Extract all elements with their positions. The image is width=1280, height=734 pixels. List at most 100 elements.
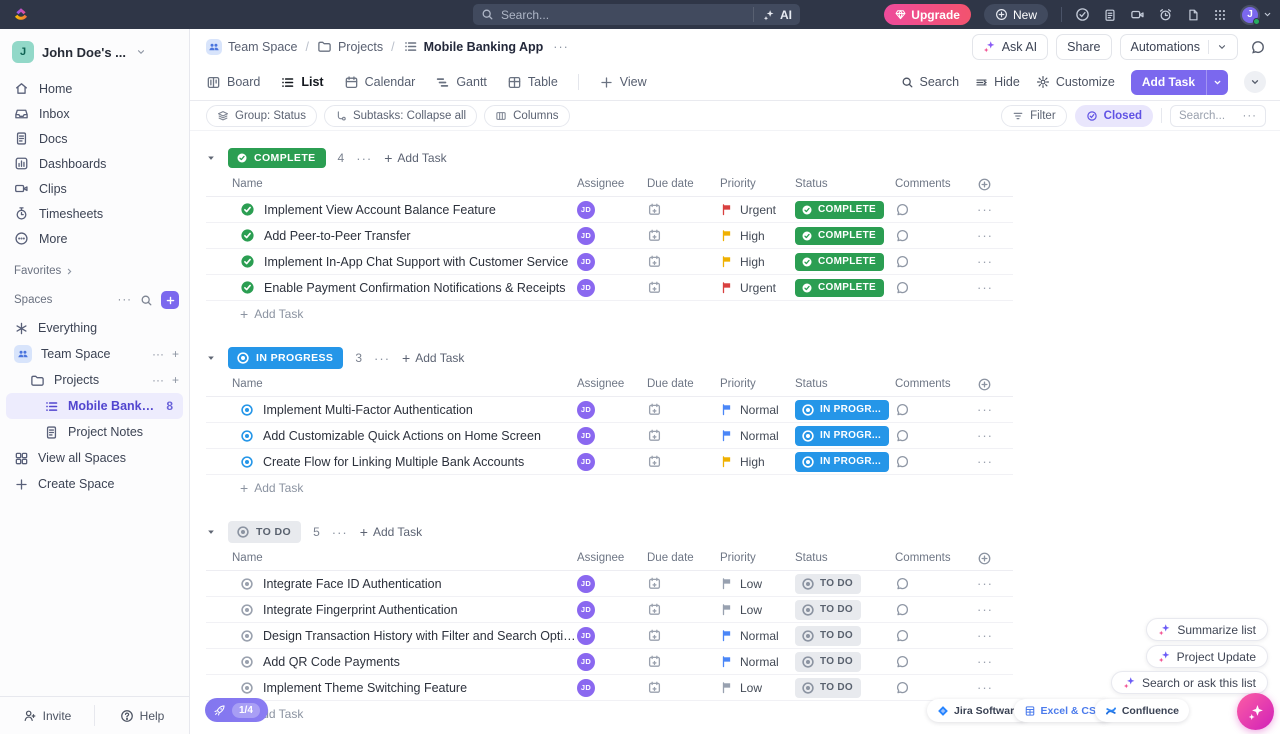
task-status-icon[interactable] [240, 629, 254, 643]
add-column-icon[interactable] [977, 551, 1013, 566]
column-header-priority[interactable]: Priority [720, 178, 795, 190]
priority-cell[interactable]: Normal [720, 655, 795, 669]
column-header-priority[interactable]: Priority [720, 378, 795, 390]
sidebar-item-mobile-banking-app[interactable]: Mobile Banking App8 [6, 393, 183, 419]
automations-button[interactable]: Automations [1120, 34, 1238, 60]
comment-icon[interactable] [895, 254, 977, 269]
status-pill[interactable]: COMPLETE [795, 279, 884, 297]
comments-bubble-icon[interactable] [1250, 39, 1266, 55]
column-header-due-date[interactable]: Due date [647, 552, 720, 564]
task-status-icon[interactable] [240, 655, 254, 669]
comment-icon[interactable] [895, 576, 977, 591]
add-column-icon[interactable] [977, 377, 1013, 392]
column-header-name[interactable]: Name [206, 552, 577, 564]
due-date-icon[interactable] [647, 202, 720, 217]
column-header-assignee[interactable]: Assignee [577, 178, 647, 190]
due-date-icon[interactable] [647, 402, 720, 417]
assignee-avatar[interactable]: JD [577, 653, 595, 671]
comment-icon[interactable] [895, 628, 977, 643]
breadcrumb-more-icon[interactable]: ··· [553, 40, 569, 54]
task-status-icon[interactable] [240, 603, 254, 617]
tab-gantt[interactable]: Gantt [435, 75, 487, 90]
row-more-icon[interactable]: ··· [977, 228, 1013, 243]
priority-cell[interactable]: Normal [720, 429, 795, 443]
comment-icon[interactable] [895, 602, 977, 617]
group-more-icon[interactable]: ··· [356, 151, 372, 166]
task-row[interactable]: Integrate Fingerprint AuthenticationJDLo… [206, 597, 1013, 623]
item-add-icon[interactable]: + [172, 347, 179, 361]
comment-icon[interactable] [895, 280, 977, 295]
comment-icon[interactable] [895, 402, 977, 417]
group-add-task-button[interactable]: +Add Task [384, 150, 446, 166]
apps-grid-icon[interactable] [1213, 8, 1227, 22]
status-pill[interactable]: TO DO [795, 574, 861, 594]
task-status-icon[interactable] [240, 455, 254, 469]
column-header-name[interactable]: Name [206, 178, 577, 190]
task-row[interactable]: Implement In-App Chat Support with Custo… [206, 249, 1013, 275]
assignee-avatar[interactable]: JD [577, 279, 595, 297]
row-more-icon[interactable]: ··· [977, 602, 1013, 617]
row-more-icon[interactable]: ··· [977, 428, 1013, 443]
priority-cell[interactable]: Urgent [720, 203, 795, 217]
task-row[interactable]: Enable Payment Confirmation Notification… [206, 275, 1013, 301]
task-status-icon[interactable] [240, 577, 254, 591]
assignee-avatar[interactable]: JD [577, 679, 595, 697]
reminder-clock-icon[interactable] [1158, 7, 1173, 22]
assignee-avatar[interactable]: JD [577, 627, 595, 645]
task-row[interactable]: Add Customizable Quick Actions on Home S… [206, 423, 1013, 449]
invite-button[interactable]: Invite [0, 697, 94, 734]
item-add-icon[interactable]: + [172, 373, 179, 387]
confluence-button[interactable]: Confluence [1095, 699, 1189, 722]
sidebar-item-dashboards[interactable]: Dashboards [0, 151, 189, 176]
task-row[interactable]: Add Peer-to-Peer TransferJDHighCOMPLETE·… [206, 223, 1013, 249]
ask-ai-button[interactable]: Ask AI [972, 34, 1048, 60]
new-button[interactable]: New [984, 4, 1048, 25]
sidebar-item-project-notes[interactable]: Project Notes [0, 419, 189, 445]
collapse-header-button[interactable] [1244, 71, 1266, 93]
tab-table[interactable]: Table [507, 75, 558, 90]
sidebar-item-home[interactable]: Home [0, 76, 189, 101]
comment-icon[interactable] [895, 454, 977, 469]
task-status-icon[interactable] [240, 254, 255, 269]
row-more-icon[interactable]: ··· [977, 654, 1013, 669]
search-or-ask-button[interactable]: Search or ask this list [1111, 671, 1268, 694]
row-more-icon[interactable]: ··· [977, 254, 1013, 269]
breadcrumb-mobile-banking-app[interactable]: Mobile Banking App [403, 39, 544, 54]
comment-icon[interactable] [895, 680, 977, 695]
status-pill[interactable]: COMPLETE [795, 253, 884, 271]
view-search-button[interactable]: Search [901, 75, 960, 89]
priority-cell[interactable]: High [720, 455, 795, 469]
sidebar-item-everything[interactable]: Everything [0, 315, 189, 341]
assignee-avatar[interactable]: JD [577, 601, 595, 619]
comment-icon[interactable] [895, 228, 977, 243]
hide-fields-button[interactable]: Hide [975, 75, 1020, 89]
list-search-input[interactable]: Search... ··· [1170, 105, 1266, 127]
clips-video-icon[interactable] [1130, 7, 1145, 22]
status-pill[interactable]: IN PROGR... [795, 426, 889, 446]
closed-toggle[interactable]: Closed [1075, 105, 1153, 127]
row-more-icon[interactable]: ··· [977, 680, 1013, 695]
status-pill[interactable]: TO DO [795, 678, 861, 698]
assignee-avatar[interactable]: JD [577, 575, 595, 593]
priority-cell[interactable]: Low [720, 577, 795, 591]
add-task-button[interactable]: Add Task [1131, 70, 1228, 95]
group-more-icon[interactable]: ··· [374, 351, 390, 366]
row-more-icon[interactable]: ··· [977, 402, 1013, 417]
tab-calendar[interactable]: Calendar [344, 75, 416, 90]
column-header-due-date[interactable]: Due date [647, 178, 720, 190]
due-date-icon[interactable] [647, 228, 720, 243]
share-button[interactable]: Share [1056, 34, 1111, 60]
onboarding-progress-button[interactable]: 1/4 [205, 698, 268, 722]
clickup-logo-icon[interactable] [13, 6, 29, 23]
sidebar-item-team-space[interactable]: Team Space···+ [0, 341, 189, 367]
task-status-icon[interactable] [240, 280, 255, 295]
priority-cell[interactable]: Low [720, 681, 795, 695]
ai-fab-button[interactable] [1237, 693, 1274, 730]
assignee-avatar[interactable]: JD [577, 201, 595, 219]
comment-icon[interactable] [895, 654, 977, 669]
task-row[interactable]: Implement Theme Switching FeatureJDLowTO… [206, 675, 1013, 701]
group-collapse-icon[interactable] [206, 353, 216, 363]
item-more-icon[interactable]: ··· [152, 347, 164, 361]
sidebar-item-inbox[interactable]: Inbox [0, 101, 189, 126]
tab-board[interactable]: Board [206, 75, 260, 90]
